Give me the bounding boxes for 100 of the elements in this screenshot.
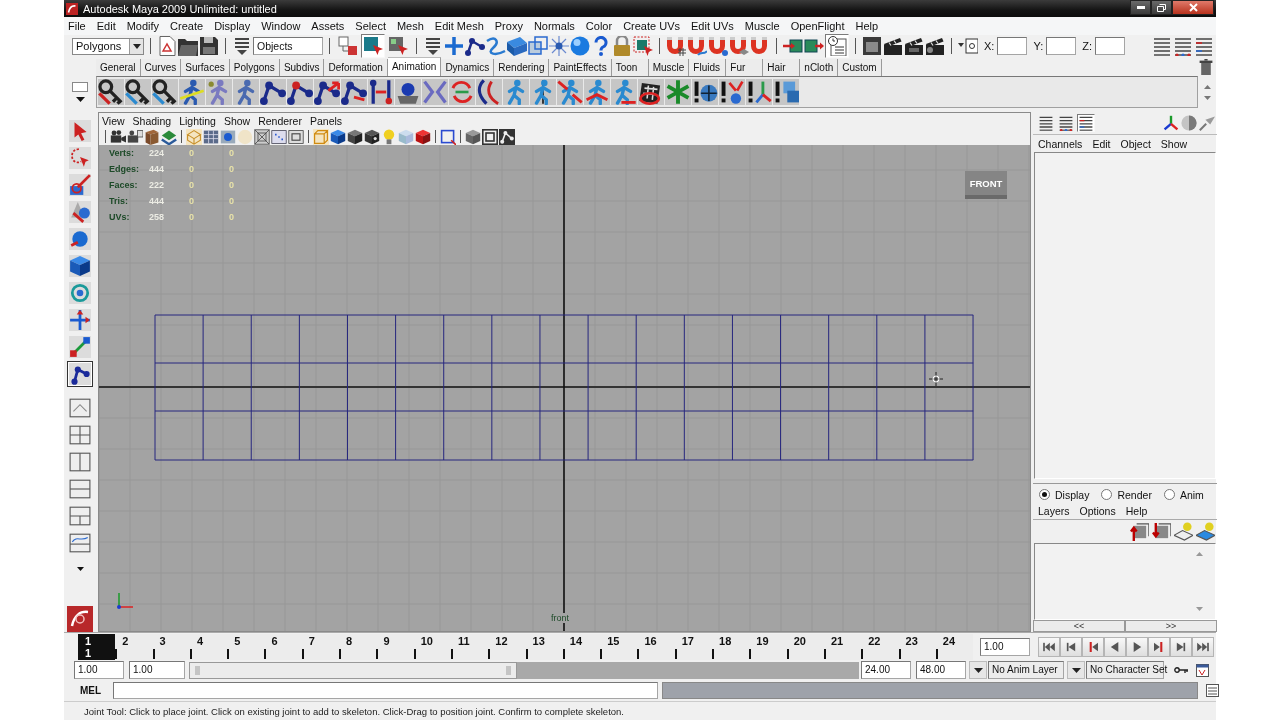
window-icon[interactable] [1206, 684, 1219, 697]
dropdown-button[interactable] [969, 661, 987, 679]
menu-item[interactable]: Create [170, 20, 204, 32]
menu-item[interactable]: OpenFlight [790, 20, 845, 32]
menu-item[interactable]: Normals [533, 20, 575, 32]
split-pane-icon[interactable] [69, 505, 91, 527]
linked-bars-icon[interactable] [368, 79, 394, 105]
time-slider[interactable]: 1 1 2 3 4 5 6 7 8 9 10 11 12 13 14 15 16 17 18 19 20 21 22 23 24 [78, 633, 973, 660]
exclamation-axes-icon[interactable] [746, 79, 772, 105]
box-arrow-icon[interactable] [804, 36, 824, 56]
selection-frame-icon[interactable] [633, 36, 653, 56]
cross-frame-icon[interactable] [254, 128, 270, 145]
viewport[interactable]: Verts: 224 0 0 Edges: 444 0 0 Faces: 222 0 0 Tris: 444 0 0 UVs: 258 0 0 FRONT front [99, 145, 1030, 631]
playback-end-field[interactable]: 24.00 [861, 661, 911, 679]
playback-button[interactable] [1126, 636, 1148, 657]
radio-button[interactable] [1163, 489, 1175, 500]
timeline-frame[interactable]: 11 [450, 633, 489, 660]
menu-item[interactable]: Mesh [396, 20, 424, 32]
timeline-frame[interactable]: 15 [600, 633, 638, 660]
clapperboard-icon[interactable] [883, 36, 903, 56]
timeline-frame[interactable]: 22 [861, 633, 899, 660]
timeline-frame[interactable]: 1 1 [78, 633, 116, 660]
coordinate-field[interactable] [1095, 37, 1125, 55]
radio-label[interactable]: Anim [1179, 488, 1204, 501]
list-icon[interactable] [1152, 36, 1172, 56]
radio-label[interactable]: Display [1055, 488, 1090, 501]
framed-square-icon[interactable] [862, 36, 882, 56]
stacked-pane-icon[interactable] [69, 478, 91, 500]
starburst-icon[interactable] [549, 36, 569, 56]
clapperboard-icon[interactable] [925, 36, 945, 56]
list-icon[interactable] [1194, 36, 1214, 56]
key-icon[interactable] [125, 79, 151, 105]
channel-box-menu-item[interactable]: Show [1160, 137, 1188, 150]
dotted-frame-icon[interactable] [271, 128, 287, 145]
running-figure-icon[interactable] [233, 79, 259, 105]
anim-layer-field[interactable]: No Anim Layer [988, 661, 1064, 679]
shelf-tab[interactable]: General [96, 59, 141, 76]
menu-item[interactable]: Edit Mesh [434, 20, 484, 32]
shelf-menu-button[interactable] [72, 82, 88, 92]
curves-icon[interactable] [476, 79, 502, 105]
polygon-plane-wireframe[interactable] [154, 314, 974, 461]
selection-mask-field[interactable]: Objects [253, 37, 323, 55]
timeline-frame[interactable]: 4 [189, 633, 228, 660]
figure-icon[interactable] [584, 79, 610, 105]
selection-mode-button[interactable] [336, 34, 360, 58]
panel-menu-item[interactable]: Lighting [179, 114, 216, 127]
folder-icon[interactable] [178, 36, 198, 56]
radio-label[interactable]: Render [1117, 488, 1152, 501]
playback-button[interactable] [1060, 636, 1082, 657]
current-time-field[interactable]: 1.00 [980, 637, 1030, 656]
key-icon[interactable] [98, 79, 124, 105]
playback-button[interactable] [1038, 636, 1060, 657]
diamond-dot-icon[interactable] [1196, 522, 1215, 541]
cube-icon[interactable] [364, 128, 380, 145]
exclamation-arrows-icon[interactable] [719, 79, 745, 105]
stacked-layers-icon[interactable] [161, 128, 177, 145]
menu-item[interactable]: Window [261, 20, 301, 32]
two-pane-icon[interactable] [69, 451, 91, 473]
figure-icon[interactable] [530, 79, 556, 105]
range-slider-track[interactable] [189, 661, 859, 679]
graph-pane-icon[interactable] [69, 532, 91, 554]
timeline-frame[interactable]: 6 [264, 633, 302, 660]
menu-item[interactable]: Edit UVs [691, 20, 734, 32]
end-time-field[interactable]: 48.00 [916, 661, 966, 679]
menu-item[interactable]: Display [214, 20, 251, 32]
command-input-field[interactable] [113, 682, 658, 699]
range-slider-bar[interactable] [189, 661, 518, 679]
box-icon[interactable] [144, 128, 160, 145]
box-arrow-icon[interactable] [783, 36, 803, 56]
shelf-tab[interactable]: Toon [611, 59, 649, 76]
timeline-frame[interactable]: 5 [227, 633, 265, 660]
panel-menu-item[interactable]: View [102, 114, 125, 127]
four-pane-icon[interactable] [69, 424, 91, 446]
tool-button[interactable] [67, 172, 93, 198]
diamond-dot-icon[interactable] [1174, 522, 1193, 541]
cube-icon[interactable] [347, 128, 363, 145]
shelf-tab[interactable]: Hair [763, 59, 801, 76]
cube-icon[interactable] [465, 128, 481, 145]
joint-chain-icon[interactable] [499, 128, 515, 145]
panel-menu-item[interactable]: Renderer [258, 114, 302, 127]
axes-icon[interactable] [1163, 115, 1179, 131]
layer-menu-item[interactable]: Help [1125, 505, 1148, 517]
timeline-frame[interactable]: 9 [376, 633, 414, 660]
coordinate-field[interactable] [997, 37, 1028, 55]
channel-box-menu-item[interactable]: Edit [1092, 137, 1111, 150]
playback-button[interactable] [1170, 636, 1192, 657]
shelf-tab[interactable]: Deformation [324, 59, 388, 76]
surface-icon[interactable] [507, 36, 527, 56]
timeline-frame[interactable]: 19 [749, 633, 787, 660]
timeline-frame[interactable]: 2 [115, 633, 153, 660]
menu-item[interactable]: Help [855, 20, 879, 32]
timeline-frame[interactable]: 3 [152, 633, 190, 660]
frame-icon[interactable] [482, 128, 498, 145]
scroll-button[interactable]: << [1033, 620, 1125, 632]
chevron-pane-icon[interactable] [69, 397, 91, 419]
plus-icon[interactable] [444, 36, 464, 56]
timeline-frame[interactable]: 23 [898, 633, 936, 660]
shelf-tab[interactable]: Rendering [494, 59, 550, 76]
framed-box-icon[interactable] [288, 128, 304, 145]
selection-mode-button[interactable] [361, 34, 385, 58]
